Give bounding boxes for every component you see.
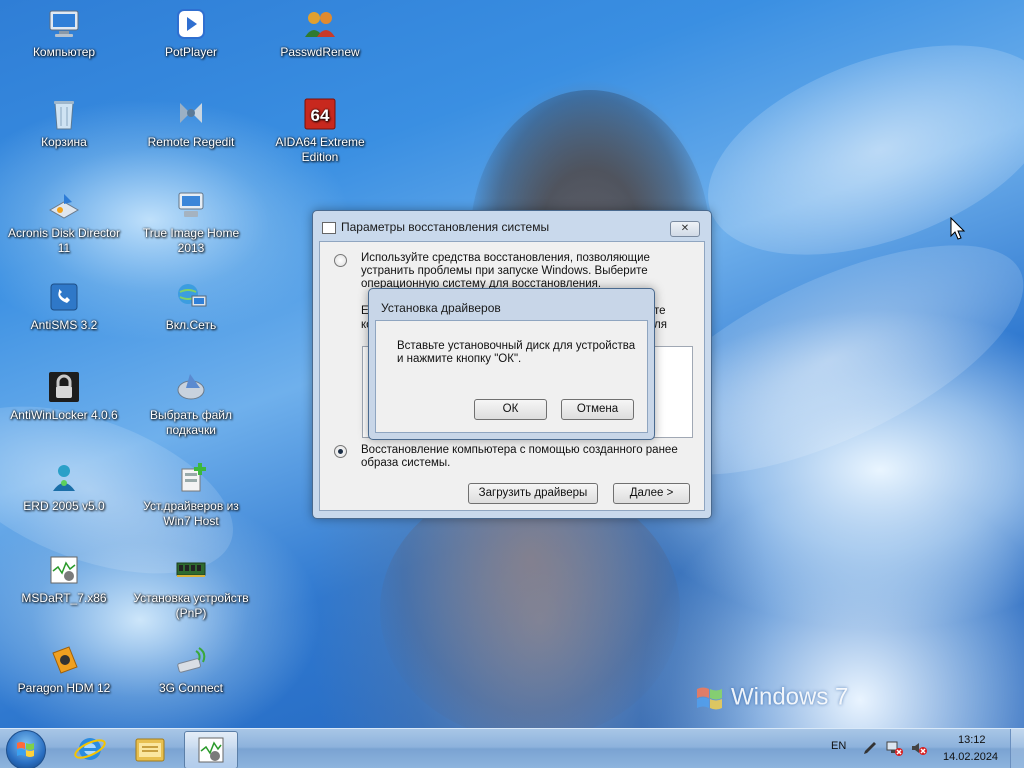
icon-label: AIDA64 Extreme Edition: [275, 135, 365, 164]
next-button[interactable]: Далее >: [613, 483, 690, 504]
mouse-cursor-icon: [950, 216, 966, 244]
desktop-icon-aida64[interactable]: 64 AIDA64 Extreme Edition: [261, 97, 379, 165]
svg-text:64: 64: [311, 106, 330, 125]
window-icon: [322, 222, 336, 234]
driver-install-dialog: Установка драйверов Вставьте установочны…: [368, 288, 655, 440]
erd-users-icon: [47, 461, 81, 495]
recycle-bin-icon: [47, 97, 81, 131]
windows-logo-icon: [17, 742, 34, 757]
paragon-icon: [47, 643, 81, 677]
icon-label: Установка устройств (PnP): [133, 591, 249, 620]
hidden-text-fragment: те: [654, 305, 666, 317]
tray-pen-icon[interactable]: [862, 740, 878, 759]
show-desktop-button[interactable]: [1010, 729, 1024, 768]
load-drivers-button[interactable]: Загрузить драйверы: [468, 483, 598, 504]
driver-message: Вставьте установочный диск для устройств…: [397, 340, 636, 365]
desktop-icon-paragon[interactable]: Paragon HDM 12: [5, 643, 123, 696]
radio-system-image[interactable]: [334, 445, 347, 458]
icon-label: AntiWinLocker 4.0.6: [10, 408, 118, 422]
desktop-icon-recycle-bin[interactable]: Корзина: [5, 97, 123, 150]
computer-icon: [47, 7, 81, 41]
tray-network-icon[interactable]: [885, 740, 903, 759]
wallpaper-highlight: [680, 3, 1024, 297]
icon-label: Корзина: [41, 135, 87, 149]
desktop-icon-acronis-disk-director[interactable]: Acronis Disk Director 11: [5, 188, 123, 256]
desktop-icon-true-image[interactable]: True Image Home 2013: [132, 188, 250, 256]
memory-module-icon: [174, 553, 208, 587]
icon-label: AntiSMS 3.2: [30, 318, 98, 332]
clock-time[interactable]: 13:12: [958, 734, 986, 746]
hidden-text-fragment: ля: [654, 319, 667, 331]
potplayer-icon: [174, 7, 208, 41]
desktop-icon-computer[interactable]: Компьютер: [5, 7, 123, 60]
dialog-title: Установка драйверов: [381, 301, 501, 315]
desktop-icon-antisms[interactable]: AntiSMS 3.2: [5, 280, 123, 333]
desktop-icon-pagefile[interactable]: Выбрать файл подкачки: [132, 370, 250, 438]
icon-label: PotPlayer: [164, 45, 218, 59]
icon-label: MSDaRT_7.x86: [21, 591, 107, 605]
option-repair-tools-text: Используйте средства восстановления, поз…: [361, 252, 650, 290]
aida64-icon: 64: [303, 97, 337, 131]
icon-label: Paragon HDM 12: [17, 681, 111, 695]
language-indicator[interactable]: EN: [831, 740, 846, 752]
usb-modem-icon: [174, 643, 208, 677]
disk-director-icon: [47, 188, 81, 222]
taskbar-internet-explorer[interactable]: [64, 731, 116, 767]
clock-date[interactable]: 14.02.2024: [943, 751, 998, 763]
icon-label: Уст.драйверов из Win7 Host: [143, 499, 239, 528]
dialog-body: Вставьте установочный диск для устройств…: [375, 320, 648, 433]
icon-label: Acronis Disk Director 11: [7, 226, 121, 255]
desktop-icon-pnp[interactable]: Установка устройств (PnP): [132, 553, 250, 621]
msdart-icon: [198, 737, 224, 763]
taskbar-explorer[interactable]: [124, 731, 176, 767]
desktop-icon-remote-regedit[interactable]: Remote Regedit: [132, 97, 250, 150]
icon-label: PasswdRenew: [280, 45, 360, 59]
msdart-icon: [47, 553, 81, 587]
taskbar-msdart[interactable]: [184, 731, 238, 768]
desktop: Компьютер Корзина Acronis Disk Director …: [0, 0, 1024, 728]
icon-label: 3G Connect: [158, 681, 224, 695]
tray-volume-icon[interactable]: [910, 740, 928, 759]
windows-flag-icon: [695, 683, 725, 713]
desktop-icon-install-drivers[interactable]: Уст.драйверов из Win7 Host: [132, 461, 250, 529]
icon-label: Вкл.Сеть: [165, 318, 217, 332]
dialog-title: Параметры восстановления системы: [341, 220, 550, 234]
close-button[interactable]: ✕: [670, 221, 700, 237]
desktop-icon-antiwinlocker[interactable]: AntiWinLocker 4.0.6: [5, 370, 123, 423]
desktop-icon-passwdrenew[interactable]: PasswdRenew: [261, 7, 379, 60]
desktop-icon-erd[interactable]: ERD 2005 v5.0: [5, 461, 123, 514]
radio-repair-tools[interactable]: [334, 254, 347, 267]
pagefile-icon: [174, 370, 208, 404]
option-system-image-text: Восстановление компьютера с помощью созд…: [361, 444, 678, 469]
network-icon: [174, 280, 208, 314]
ok-button[interactable]: ОК: [474, 399, 547, 420]
regedit-icon: [174, 97, 208, 131]
desktop-icon-potplayer[interactable]: PotPlayer: [132, 7, 250, 60]
lock-icon: [47, 370, 81, 404]
taskbar: EN 13:12 14.02.2024: [0, 728, 1024, 768]
icon-label: Выбрать файл подкачки: [150, 408, 232, 437]
desktop-icon-msdart[interactable]: MSDaRT_7.x86: [5, 553, 123, 606]
windows7-branding: Windows 7: [695, 683, 848, 713]
folder-icon: [135, 738, 165, 762]
icon-label: ERD 2005 v5.0: [23, 499, 105, 513]
start-button[interactable]: [6, 730, 46, 768]
icon-label: Компьютер: [32, 45, 96, 59]
install-drivers-icon: [174, 461, 208, 495]
true-image-icon: [174, 188, 208, 222]
branding-text: Windows 7: [731, 683, 849, 711]
cancel-button[interactable]: Отмена: [561, 399, 634, 420]
users-icon: [303, 7, 337, 41]
desktop-icon-enable-network[interactable]: Вкл.Сеть: [132, 280, 250, 333]
phone-icon: [47, 280, 81, 314]
desktop-icon-3g-connect[interactable]: 3G Connect: [132, 643, 250, 696]
internet-explorer-icon: [74, 738, 106, 760]
icon-label: Remote Regedit: [147, 135, 235, 149]
icon-label: True Image Home 2013: [142, 226, 240, 255]
